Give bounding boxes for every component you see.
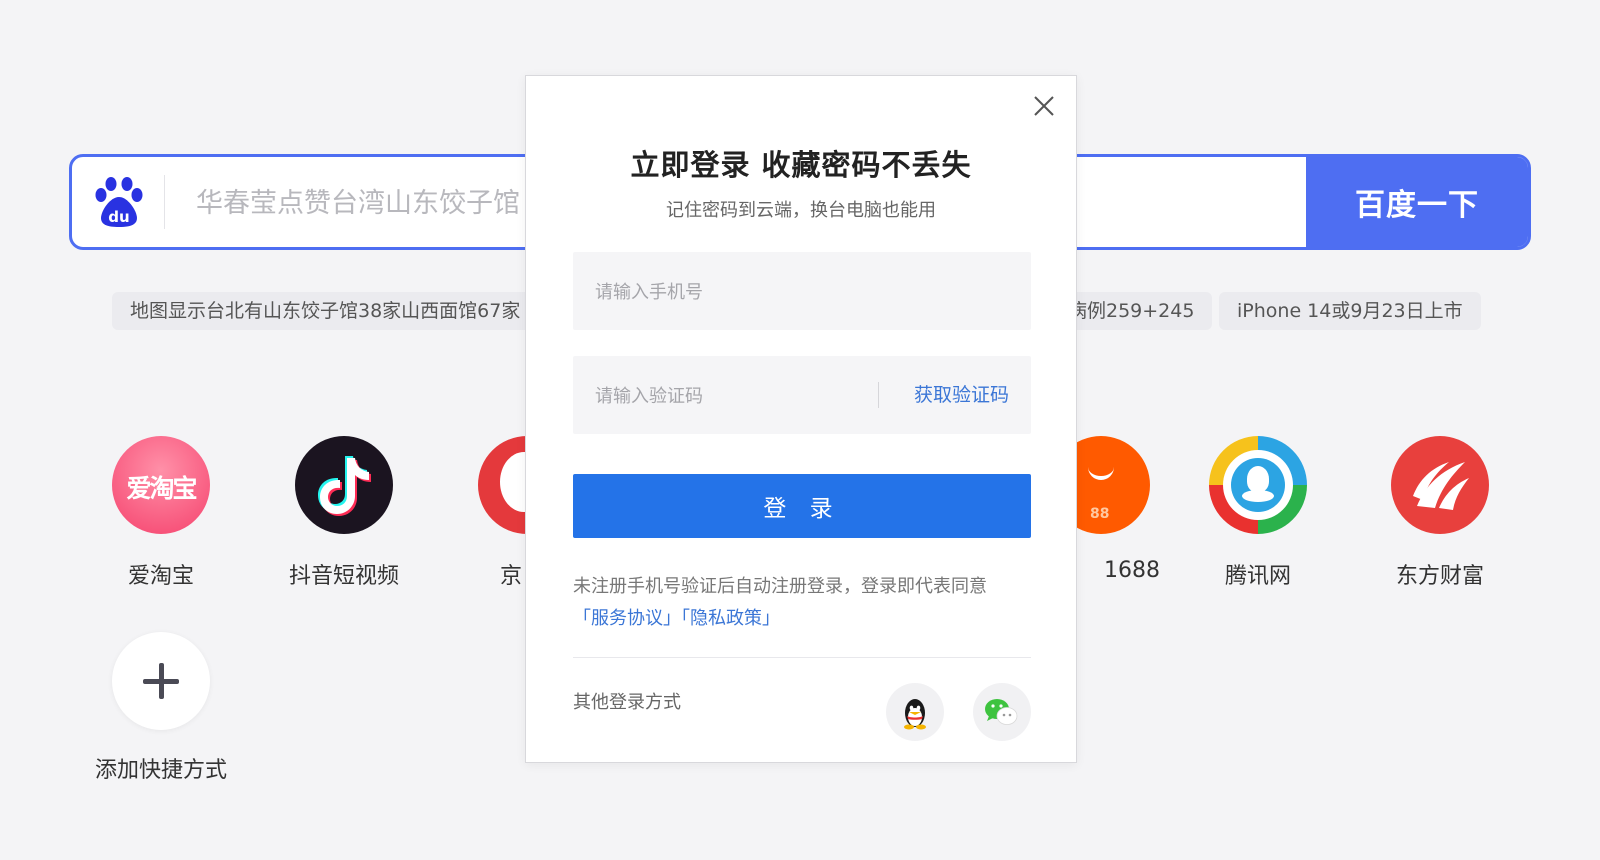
phone-field xyxy=(573,252,1031,332)
shortcut-label: 添加快捷方式 xyxy=(94,758,227,783)
shortcut-douyin[interactable]: 抖音短视频 xyxy=(269,436,419,590)
search-divider xyxy=(164,175,165,229)
douyin-icon xyxy=(295,436,393,534)
agreement-notice: 未注册手机号验证后自动注册登录，登录即代表同意 「服务协议」「隐私政策」 xyxy=(573,571,1043,635)
modal-divider xyxy=(573,657,1031,658)
other-login-label: 其他登录方式 xyxy=(573,692,681,713)
1688-logo-text: 88 xyxy=(1090,506,1110,522)
privacy-link[interactable]: 「隐私政策」 xyxy=(681,608,780,629)
qq-login-button[interactable] xyxy=(886,683,944,741)
hot-search-chip[interactable]: 地图显示台北有山东饺子馆38家山西面馆67家 xyxy=(112,292,539,330)
wechat-login-button[interactable] xyxy=(973,683,1031,741)
login-button[interactable]: 登 录 xyxy=(573,474,1031,538)
wechat-icon xyxy=(985,699,1018,725)
shortcut-add[interactable]: 添加快捷方式 xyxy=(86,632,236,784)
phone-input[interactable] xyxy=(593,252,1017,332)
shortcut-label: 爱淘宝 xyxy=(127,564,194,589)
close-button[interactable] xyxy=(1030,92,1058,120)
hot-search-chip[interactable]: 病例259+245 xyxy=(1060,292,1213,330)
plus-icon[interactable] xyxy=(112,632,210,730)
shortcut-eastmoney[interactable]: 东方财富 xyxy=(1365,436,1515,590)
tencent-icon xyxy=(1209,436,1307,534)
modal-subtitle: 记住密码到云端，换台电脑也能用 xyxy=(666,200,936,221)
shortcut-label: 东方财富 xyxy=(1395,564,1484,589)
terms-link[interactable]: 「服务协议」 xyxy=(573,608,681,629)
shortcut-label: 腾讯网 xyxy=(1224,564,1291,589)
hot-search-chip[interactable]: iPhone 14或9月23日上市 xyxy=(1219,292,1481,330)
qq-icon xyxy=(904,699,926,730)
baidu-paw-icon: du xyxy=(95,177,143,227)
shortcut-tencent[interactable]: 腾讯网 xyxy=(1183,436,1333,590)
shortcut-aitaobao[interactable]: 爱淘宝 爱淘宝 xyxy=(86,436,236,590)
get-code-button[interactable]: 获取验证码 xyxy=(914,356,1009,434)
code-field: 获取验证码 xyxy=(573,356,1031,436)
eastmoney-icon xyxy=(1391,436,1489,534)
code-divider xyxy=(878,382,879,408)
code-input[interactable] xyxy=(593,356,867,436)
login-modal: 立即登录 收藏密码不丢失 记住密码到云端，换台电脑也能用 获取验证码 登 录 未… xyxy=(525,75,1077,763)
close-icon xyxy=(1034,96,1054,116)
agreement-text: 未注册手机号验证后自动注册登录，登录即代表同意 xyxy=(573,576,987,597)
aitaobao-icon: 爱淘宝 xyxy=(112,436,210,534)
aitaobao-logo-text: 爱淘宝 xyxy=(126,474,197,503)
shortcut-label: 抖音短视频 xyxy=(288,564,399,589)
svg-text:du: du xyxy=(108,208,129,226)
search-button[interactable]: 百度一下 xyxy=(1306,157,1528,247)
modal-title: 立即登录 收藏密码不丢失 xyxy=(630,148,972,182)
